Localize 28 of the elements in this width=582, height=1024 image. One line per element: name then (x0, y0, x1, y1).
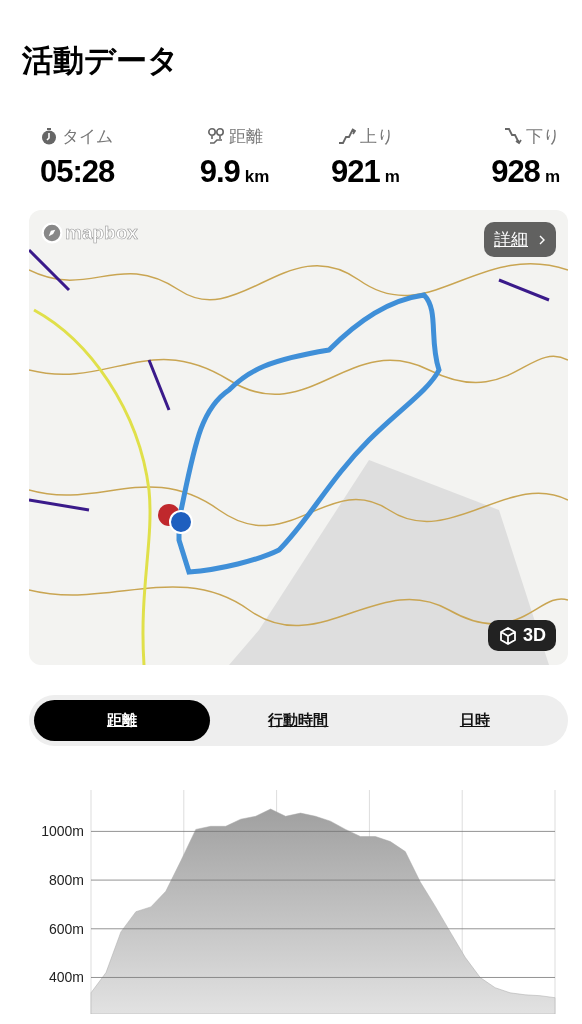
tab[interactable]: 日時 (386, 700, 563, 741)
tab[interactable]: 行動時間 (210, 700, 387, 741)
page-title: 活動データ (21, 41, 180, 80)
unit-label: m (384, 167, 400, 187)
unit-label: m (544, 167, 560, 187)
stat-label: 距離 (228, 124, 263, 148)
stat-label: 上り (359, 124, 394, 148)
stopwatch-icon (40, 127, 58, 145)
axis-label: 800m (48, 872, 84, 889)
details-button[interactable]: 詳細 (484, 222, 556, 257)
pins-icon (206, 127, 225, 145)
axis-label: 1000m (41, 823, 84, 840)
view-3d-button[interactable]: 3D (488, 620, 556, 651)
stat-value: 05:28 (40, 154, 115, 190)
tab[interactable]: 距離 (34, 700, 211, 741)
stat-value: 9.9 (199, 154, 240, 190)
axis-label: 400m (48, 969, 84, 986)
axis-label: 600m (48, 920, 84, 937)
unit-label: km (244, 167, 270, 187)
ascent-icon (337, 127, 356, 145)
stat-value: 921 (331, 154, 380, 190)
stat-label: タイム (62, 124, 113, 148)
cube-icon (498, 625, 518, 646)
attribution-text: mapbox (65, 222, 138, 244)
chevron-icon (538, 233, 546, 246)
stat-value: 928 (491, 154, 540, 190)
stat-label: 下り (526, 124, 560, 148)
descent-icon (504, 127, 522, 145)
